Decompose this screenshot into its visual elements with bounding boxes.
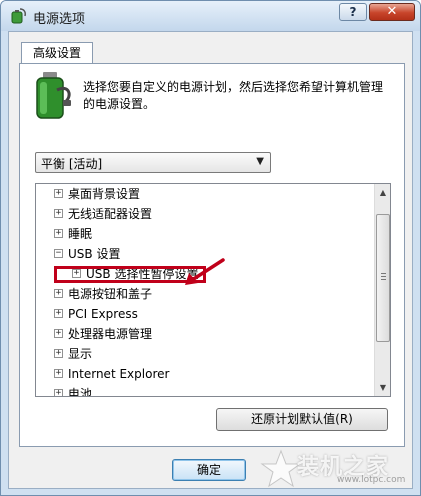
tree-item[interactable]: + 电源按钮和盖子 [54, 284, 152, 304]
power-options-icon [11, 8, 26, 24]
tree-item-label: 睡眠 [68, 227, 93, 241]
scroll-down-icon[interactable]: ▼ [375, 379, 390, 396]
tree-item-label: 处理器电源管理 [68, 327, 153, 341]
tree-item-label: USB 设置 [68, 247, 121, 261]
collapse-icon[interactable]: − [54, 249, 63, 258]
red-arrow-icon [185, 258, 225, 285]
restore-defaults-button[interactable]: 还原计划默认值(R) [216, 408, 388, 431]
tree-item[interactable]: + 睡眠 [54, 224, 92, 244]
tree-item[interactable]: + 显示 [54, 344, 92, 364]
power-settings-tree[interactable]: + 桌面背景设置 + 无线适配器设置 + 睡眠 − USB 设置 + USB 选择性暂停设… [35, 183, 391, 397]
tree-item-label: 电源按钮和盖子 [68, 287, 153, 301]
watermark-url: www.lotpc.com [337, 475, 406, 485]
tab-advanced-settings[interactable]: 高级设置 [21, 42, 93, 64]
tree-item[interactable]: + Internet Explorer [54, 364, 169, 384]
ok-button[interactable]: 确定 [172, 459, 246, 481]
power-plan-dropdown[interactable]: 平衡 [活动] ▼ [35, 152, 271, 173]
battery-power-icon [36, 72, 71, 119]
expand-icon[interactable]: + [54, 309, 63, 318]
scrollbar-thumb[interactable] [376, 214, 390, 342]
expand-icon[interactable]: + [54, 349, 63, 358]
expand-icon[interactable]: + [54, 189, 63, 198]
tree-item-label: 显示 [68, 347, 93, 361]
tree-item[interactable]: − USB 设置 [54, 244, 120, 264]
expand-icon[interactable]: + [54, 289, 63, 298]
title-bar[interactable]: 电源选项 ? ✕ [1, 1, 420, 31]
vertical-scrollbar[interactable]: ▲ ▼ [374, 184, 390, 396]
expand-icon[interactable]: + [54, 329, 63, 338]
expand-icon[interactable]: + [54, 209, 63, 218]
description-text: 选择您要自定义的电源计划，然后选择您希望计算机管理的电源设置。 [83, 80, 384, 111]
tree-item-label: 无线适配器设置 [68, 207, 153, 221]
expand-icon[interactable]: + [54, 389, 63, 396]
expand-icon[interactable]: + [54, 229, 63, 238]
tree-item-label: Internet Explorer [68, 367, 170, 381]
tree-item[interactable]: + 电池 [54, 384, 93, 397]
tree-item-label: 桌面背景设置 [68, 187, 141, 201]
tree-item[interactable]: + 处理器电源管理 [54, 324, 152, 344]
expand-icon[interactable]: + [54, 369, 63, 378]
help-button[interactable]: ? [339, 3, 367, 21]
power-plan-selected: 平衡 [活动] [41, 157, 103, 171]
tree-item-label: PCI Express [68, 307, 138, 321]
scroll-up-icon[interactable]: ▲ [375, 184, 390, 201]
close-button[interactable]: ✕ [369, 3, 415, 21]
tree-item-label: 电池 [68, 387, 93, 397]
chevron-down-icon: ▼ [256, 156, 264, 167]
tree-item[interactable]: + 桌面背景设置 [54, 184, 140, 204]
power-options-window: 电源选项 ? ✕ 高级设置 选择您要自定义的电源计划，然后选择您希望计算机管理的… [0, 0, 421, 496]
window-title: 电源选项 [33, 12, 86, 27]
grip-icon [381, 273, 386, 280]
tree-item[interactable]: + 无线适配器设置 [54, 204, 152, 224]
tree-items: + 桌面背景设置 + 无线适配器设置 + 睡眠 − USB 设置 + USB 选择性暂停设… [36, 184, 374, 396]
tree-item[interactable]: + PCI Express [54, 304, 138, 324]
dialog-content: 高级设置 选择您要自定义的电源计划，然后选择您希望计算机管理的电源设置。 平衡 … [8, 31, 413, 489]
